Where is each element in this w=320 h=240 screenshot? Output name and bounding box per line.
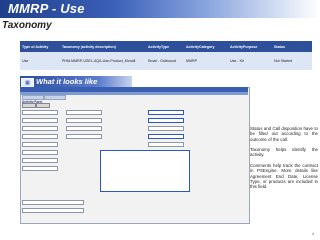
- callout-status: Status and Call disposition have to be f…: [250, 126, 318, 142]
- form-field: [148, 142, 184, 147]
- column-header: ActivityType: [146, 41, 184, 52]
- section-label: What it looks like: [36, 77, 98, 86]
- form-field: [22, 142, 58, 147]
- form-field-taxonomy: [148, 134, 184, 139]
- table-cell: Email - Outbound: [146, 52, 184, 70]
- form-field: [22, 208, 84, 213]
- form-field: [22, 126, 58, 131]
- callout-taxonomy: Taxonomy helps identify the activity.: [250, 147, 318, 158]
- table-header-row: Type of Activity Taxonomy (activity desc…: [20, 41, 312, 52]
- form-field: [66, 118, 102, 123]
- form-field: [148, 126, 184, 131]
- table-cell: PHM-MMRP-USE1-AQA-Use-Product_Mondil: [60, 52, 146, 70]
- taxonomy-table: Type of Activity Taxonomy (activity desc…: [20, 41, 312, 70]
- form-field: [66, 134, 102, 139]
- form-field-disposition: [148, 118, 184, 123]
- form-field: [66, 110, 102, 115]
- table-cell: Not Started: [272, 52, 312, 70]
- screenshot-button: [22, 103, 36, 108]
- screenshot-button: [36, 103, 50, 108]
- form-field: [22, 158, 58, 163]
- section-subtitle: Taxonomy: [2, 20, 52, 31]
- form-field-status: [148, 110, 184, 115]
- column-header: ActivityPurpose: [228, 41, 272, 52]
- column-header: Taxonomy (activity description): [60, 41, 146, 52]
- form-field: [66, 126, 102, 131]
- column-header: Type of Activity: [20, 41, 60, 52]
- form-field: [22, 166, 58, 171]
- callout-comments: Comments help track the contract in PSEn…: [250, 163, 318, 190]
- table-cell: Use: [20, 52, 60, 70]
- form-field: [22, 110, 58, 115]
- table-cell: MMRP: [184, 52, 228, 70]
- column-header: ActivityCategory: [184, 41, 228, 52]
- form-field: [22, 134, 58, 139]
- screenshot-tab: [44, 95, 66, 100]
- page-title: MMRP - Use: [8, 1, 85, 16]
- form-field: [22, 200, 84, 205]
- column-header: Status: [272, 41, 312, 52]
- table-row: Use PHM-MMRP-USE1-AQA-Use-Product_Mondil…: [20, 52, 312, 70]
- comments-box: [100, 150, 190, 192]
- form-field: [22, 150, 58, 155]
- form-field: [22, 118, 58, 123]
- page-number: 4: [312, 232, 314, 236]
- table-cell: Use - Kit: [228, 52, 272, 70]
